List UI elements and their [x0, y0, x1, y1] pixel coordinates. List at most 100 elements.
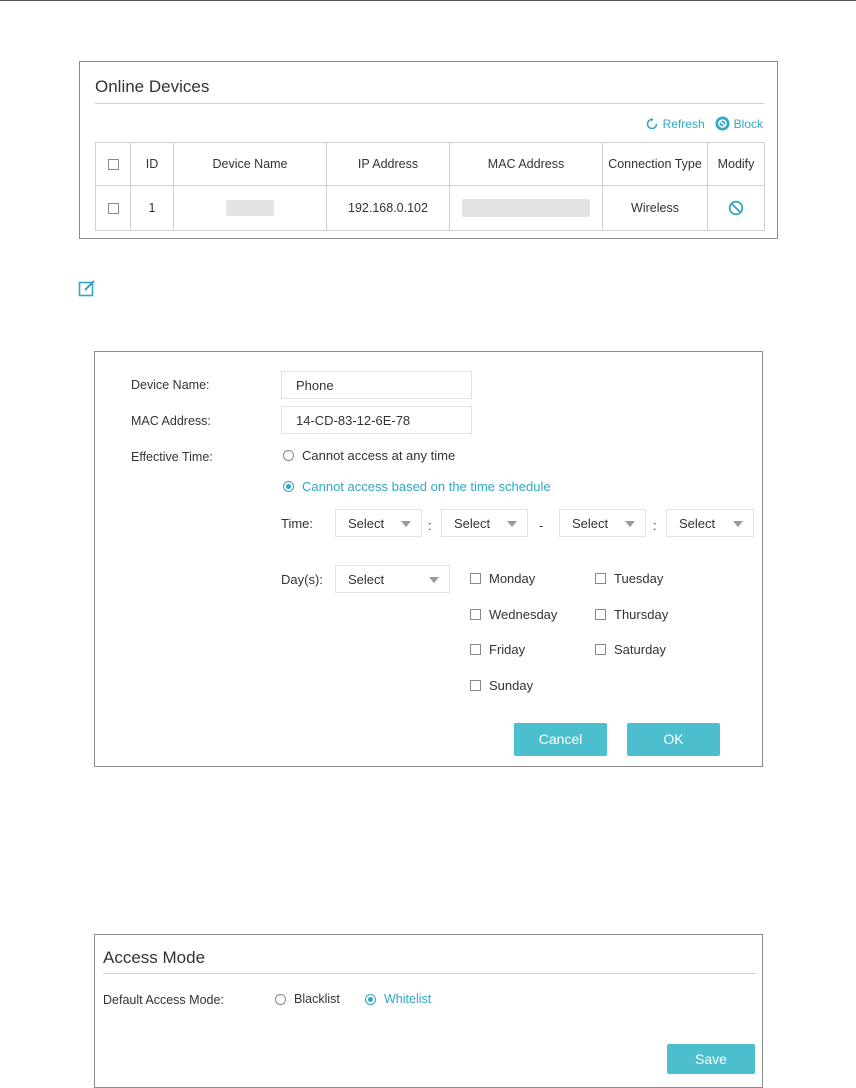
access-mode-panel: Access Mode Default Access Mode: Blackli…	[94, 934, 763, 1088]
row-id: 1	[130, 185, 174, 231]
blacklist-label: Blacklist	[294, 992, 340, 1006]
day-sunday[interactable]: Sunday	[470, 678, 533, 693]
day-thursday[interactable]: Thursday	[595, 607, 668, 622]
col-header-device-name: Device Name	[173, 142, 327, 186]
col-header-connection-type: Connection Type	[602, 142, 708, 186]
chevron-down-icon	[507, 521, 517, 527]
friday-checkbox[interactable]	[470, 644, 481, 655]
option-time-schedule[interactable]: Cannot access based on the time schedule	[283, 479, 551, 494]
col-header-id: ID	[130, 142, 174, 186]
refresh-button[interactable]: Refresh	[645, 117, 705, 131]
days-label: Day(s):	[281, 572, 323, 587]
saturday-checkbox[interactable]	[595, 644, 606, 655]
wednesday-checkbox[interactable]	[470, 609, 481, 620]
day-tuesday[interactable]: Tuesday	[595, 571, 663, 586]
time-end-hour-value: Select	[572, 516, 609, 531]
day-label: Wednesday	[489, 607, 558, 622]
any-time-label: Cannot access at any time	[302, 448, 456, 463]
title-divider	[103, 973, 756, 974]
default-access-mode-label: Default Access Mode:	[103, 993, 224, 1007]
cancel-button[interactable]: Cancel	[514, 723, 607, 756]
row-select-cell	[95, 185, 131, 231]
time-start-hour-value: Select	[348, 516, 385, 531]
table-row: 1 192.168.0.102 Wireless	[95, 185, 765, 231]
tuesday-checkbox[interactable]	[595, 573, 606, 584]
block-button[interactable]: Block	[715, 116, 763, 131]
whitelist-radio[interactable]	[365, 993, 376, 1005]
ok-button[interactable]: OK	[627, 723, 720, 756]
save-button[interactable]: Save	[667, 1044, 755, 1074]
blacklist-radio[interactable]	[275, 993, 286, 1005]
mac-address-field[interactable]: 14-CD-83-12-6E-78	[281, 406, 472, 434]
online-devices-panel: Online Devices Refresh Block ID Device N…	[79, 61, 778, 239]
sunday-checkbox[interactable]	[470, 680, 481, 691]
online-devices-title: Online Devices	[95, 77, 210, 96]
time-end-minute-select[interactable]: Select	[666, 509, 754, 537]
time-schedule-radio[interactable]	[283, 481, 294, 492]
col-header-mac: MAC Address	[449, 142, 603, 186]
day-friday[interactable]: Friday	[470, 642, 525, 657]
title-divider	[95, 103, 764, 104]
row-mac	[449, 185, 603, 231]
time-colon-2: :	[653, 518, 657, 533]
day-label: Thursday	[614, 607, 669, 622]
effective-time-label: Effective Time:	[131, 450, 213, 464]
modify-device-dialog: Device Name: Phone MAC Address: 14-CD-83…	[94, 351, 763, 767]
refresh-icon	[646, 117, 657, 129]
chevron-down-icon	[401, 521, 411, 527]
mac-address-label: MAC Address:	[131, 414, 211, 428]
days-select[interactable]: Select	[335, 565, 450, 593]
chevron-down-icon	[733, 521, 743, 527]
monday-checkbox[interactable]	[470, 573, 481, 584]
chevron-down-icon	[429, 577, 439, 583]
modify-block-icon[interactable]	[728, 200, 744, 216]
row-connection-type: Wireless	[602, 185, 708, 231]
time-start-hour-select[interactable]: Select	[335, 509, 422, 537]
option-whitelist[interactable]: Whitelist	[365, 992, 431, 1006]
select-all-cell	[95, 142, 131, 186]
day-label: Monday	[489, 571, 536, 586]
day-wednesday[interactable]: Wednesday	[470, 607, 557, 622]
col-header-ip: IP Address	[326, 142, 450, 186]
access-mode-title: Access Mode	[103, 948, 206, 967]
whitelist-label: Whitelist	[384, 992, 432, 1006]
block-icon	[715, 116, 730, 131]
day-label: Sunday	[489, 678, 534, 693]
note-icon	[78, 280, 95, 297]
table-actions: Refresh Block	[645, 116, 763, 131]
select-all-checkbox[interactable]	[107, 159, 119, 171]
row-checkbox[interactable]	[107, 203, 119, 215]
row-device-name	[173, 185, 327, 231]
time-start-minute-select[interactable]: Select	[441, 509, 528, 537]
day-saturday[interactable]: Saturday	[595, 642, 666, 657]
chevron-down-icon	[625, 521, 635, 527]
time-schedule-label: Cannot access based on the time schedule	[302, 479, 551, 494]
any-time-radio[interactable]	[283, 450, 294, 461]
mac-redacted	[462, 199, 590, 217]
device-name-field[interactable]: Phone	[281, 371, 472, 399]
col-header-modify: Modify	[707, 142, 765, 186]
row-ip: 192.168.0.102	[326, 185, 450, 231]
day-label: Tuesday	[614, 571, 664, 586]
thursday-checkbox[interactable]	[595, 609, 606, 620]
page-top-rule	[0, 0, 856, 1]
time-colon: :	[428, 518, 432, 533]
option-any-time[interactable]: Cannot access at any time	[283, 448, 455, 463]
day-monday[interactable]: Monday	[470, 571, 535, 586]
days-select-value: Select	[348, 572, 385, 587]
time-label: Time:	[281, 516, 314, 531]
table-header-row: ID Device Name IP Address MAC Address Co…	[95, 142, 765, 186]
time-dash: -	[539, 518, 544, 533]
time-end-hour-select[interactable]: Select	[559, 509, 646, 537]
device-name-label: Device Name:	[131, 378, 210, 392]
day-label: Saturday	[614, 642, 667, 657]
time-end-minute-value: Select	[679, 516, 716, 531]
device-name-redacted	[226, 200, 274, 216]
day-label: Friday	[489, 642, 526, 657]
block-label: Block	[733, 116, 763, 131]
devices-table: ID Device Name IP Address MAC Address Co…	[95, 142, 765, 231]
refresh-label: Refresh	[662, 116, 705, 131]
time-start-minute-value: Select	[454, 516, 491, 531]
row-modify-cell	[707, 185, 765, 231]
option-blacklist[interactable]: Blacklist	[275, 992, 340, 1006]
